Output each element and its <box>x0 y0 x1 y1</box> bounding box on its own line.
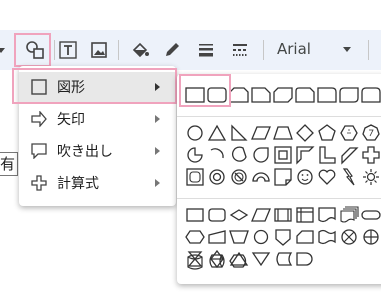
toolbar-separator <box>368 40 369 60</box>
flowchart-stored-data-icon[interactable] <box>272 248 294 270</box>
smiley-face-shape-icon[interactable] <box>294 166 316 188</box>
toolbar: Arial <box>0 30 381 70</box>
menu-item-label: 矢印 <box>57 112 85 128</box>
hexagon-shape-icon[interactable] <box>338 122 360 144</box>
chevron-right-icon <box>155 147 160 155</box>
chevron-down-icon[interactable] <box>343 47 351 52</box>
flowchart-terminator-icon[interactable] <box>360 204 381 226</box>
flowchart-or-icon[interactable] <box>360 226 381 248</box>
menu-item-callouts[interactable]: 吹き出し <box>19 136 176 166</box>
folded-corner-shape-icon[interactable] <box>272 166 294 188</box>
menu-item-label: 吹き出し <box>57 144 113 160</box>
flowchart-display-icon[interactable] <box>228 250 250 272</box>
flowchart-predefined-process-icon[interactable] <box>272 204 294 226</box>
font-family-select[interactable]: Arial <box>277 40 311 58</box>
flowchart-alternate-process-icon[interactable] <box>206 204 228 226</box>
chevron-right-icon <box>155 115 160 123</box>
flowchart-process-icon[interactable] <box>184 204 206 226</box>
parallelogram-shape-icon[interactable] <box>250 122 272 144</box>
flowchart-document-icon[interactable] <box>316 204 338 226</box>
menu-item-label: 計算式 <box>57 176 99 192</box>
chord-shape-icon[interactable] <box>228 144 250 166</box>
block-arc-shape-icon[interactable] <box>250 166 272 188</box>
snip-one-corner-rectangle-icon[interactable] <box>250 84 272 106</box>
plus-icon <box>31 175 47 191</box>
snip-round-rectangle-icon[interactable] <box>294 84 316 106</box>
arc-shape-icon[interactable] <box>206 144 228 166</box>
flowchart-summing-junction-icon[interactable] <box>338 226 360 248</box>
flowchart-magnetic-disk-icon[interactable] <box>184 250 206 272</box>
flowchart-card-icon[interactable] <box>294 226 316 248</box>
flowchart-punched-tape-icon[interactable] <box>316 226 338 248</box>
menu-item-equations[interactable]: 計算式 <box>19 168 176 198</box>
diagonal-snip-rectangle-icon[interactable] <box>272 84 294 106</box>
flowchart-manual-operation-icon[interactable] <box>228 226 250 248</box>
round-same-side-rectangle-icon[interactable] <box>360 84 381 106</box>
cross-shape-icon[interactable] <box>360 144 381 166</box>
teardrop-shape-icon[interactable] <box>250 144 272 166</box>
heart-shape-icon[interactable] <box>316 166 338 188</box>
no-symbol-shape-icon[interactable] <box>228 166 250 188</box>
flowchart-direct-access-storage-icon[interactable] <box>206 250 228 272</box>
line-weight-icon[interactable] <box>192 36 220 64</box>
pie-shape-icon[interactable] <box>184 144 206 166</box>
fill-color-icon[interactable] <box>126 36 154 64</box>
oval-shape-icon[interactable] <box>184 122 206 144</box>
diamond-shape-icon[interactable] <box>294 122 316 144</box>
flowchart-delay-icon[interactable] <box>294 248 316 270</box>
frame-shape-icon[interactable] <box>272 144 294 166</box>
flowchart-offpage-connector-icon[interactable] <box>272 226 294 248</box>
flowchart-data-icon[interactable] <box>250 204 272 226</box>
donut-shape-icon[interactable] <box>206 166 228 188</box>
arrow-icon <box>31 110 47 128</box>
textbox-icon[interactable] <box>54 36 82 64</box>
document-text: 有て <box>0 152 18 176</box>
panel-divider <box>177 116 381 117</box>
left-caret-icon[interactable] <box>0 36 15 64</box>
rectangle-shape-highlight <box>179 74 231 107</box>
panel-divider <box>177 198 381 199</box>
sun-shape-icon[interactable] <box>360 166 381 188</box>
round-one-corner-rectangle-icon[interactable] <box>316 84 338 106</box>
lightning-bolt-shape-icon[interactable] <box>338 166 360 188</box>
flowchart-manual-input-icon[interactable] <box>206 226 228 248</box>
toolbar-separator <box>263 40 264 60</box>
flowchart-multidocument-icon[interactable] <box>338 204 360 226</box>
heptagon-shape-icon[interactable] <box>360 122 381 144</box>
diagonal-stripe-shape-icon[interactable] <box>338 144 360 166</box>
snip-corner-rectangle-icon[interactable] <box>228 84 250 106</box>
flowchart-merge-icon[interactable] <box>250 248 272 270</box>
l-shape-icon[interactable] <box>316 144 338 166</box>
image-icon[interactable] <box>85 36 113 64</box>
shapes-item-highlight <box>12 68 177 104</box>
half-frame-shape-icon[interactable] <box>294 144 316 166</box>
flowchart-internal-storage-icon[interactable] <box>294 204 316 226</box>
flowchart-preparation-icon[interactable] <box>184 226 206 248</box>
toolbar-separator <box>118 40 119 60</box>
flowchart-connector-icon[interactable] <box>250 226 272 248</box>
round-diagonal-rectangle-icon[interactable] <box>338 84 360 106</box>
menu-item-arrows[interactable]: 矢印 <box>19 104 176 134</box>
flowchart-decision-icon[interactable] <box>228 204 250 226</box>
trapezoid-shape-icon[interactable] <box>272 122 294 144</box>
chevron-right-icon <box>155 179 160 187</box>
right-triangle-shape-icon[interactable] <box>228 122 250 144</box>
shape-button-highlight <box>14 33 51 67</box>
line-dash-icon[interactable] <box>226 36 254 64</box>
speech-bubble-icon <box>31 143 47 160</box>
plaque-shape-icon[interactable] <box>184 166 206 188</box>
pentagon-shape-icon[interactable] <box>316 122 338 144</box>
triangle-shape-icon[interactable] <box>206 122 228 144</box>
pen-icon[interactable] <box>158 36 186 64</box>
